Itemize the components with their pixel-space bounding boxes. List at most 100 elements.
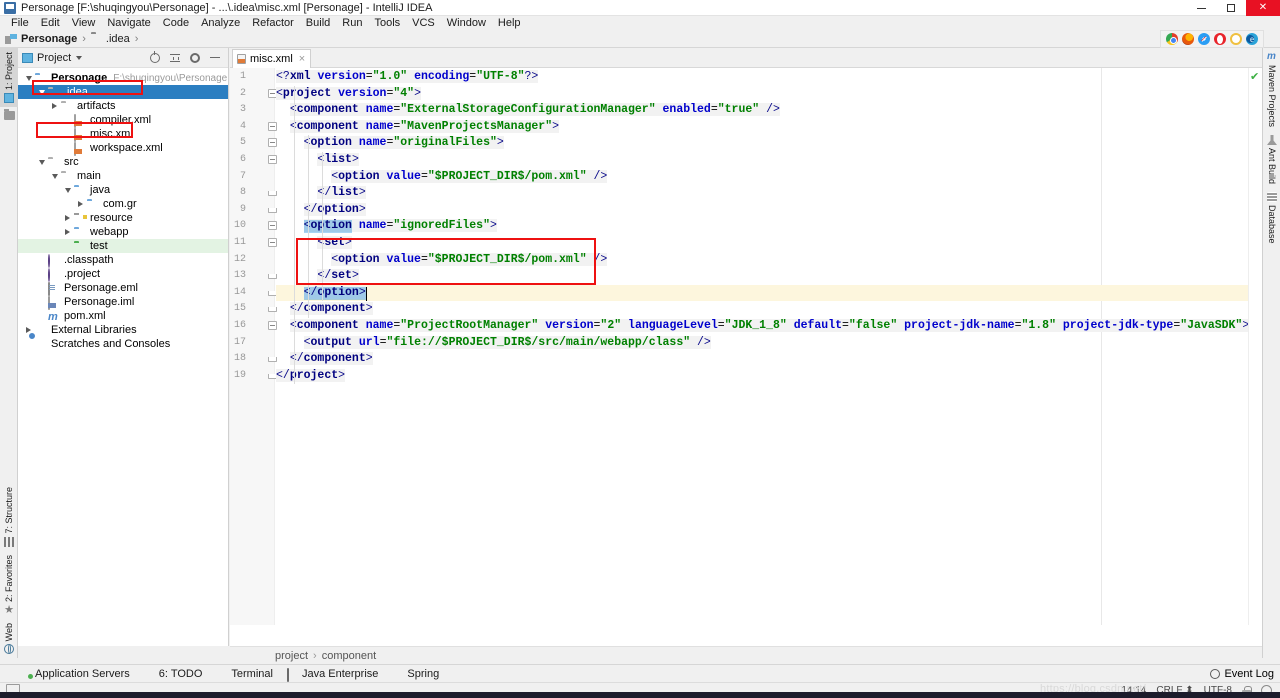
menu-vcs[interactable]: VCS: [406, 16, 441, 31]
code-line-7[interactable]: <option value="$PROJECT_DIR$/pom.xml" />: [276, 169, 608, 186]
tree-item-resource[interactable]: resource: [18, 211, 228, 225]
tree-item-src[interactable]: src: [18, 155, 228, 169]
menu-view[interactable]: View: [66, 16, 102, 31]
sidebar-item-database[interactable]: Database: [1263, 188, 1280, 248]
editor-tab-misc-xml[interactable]: misc.xml ×: [232, 49, 312, 68]
tree-item-personage[interactable]: Personage F:\shuqingyou\Personage: [18, 71, 228, 85]
editor-gutter[interactable]: 1 2 3 4 5 6 7 8 9 10 11 12 13 14 15 16 17 18 19: [230, 68, 277, 625]
tree-item-misc-xml[interactable]: misc.xml: [18, 127, 228, 142]
event-log-button[interactable]: Event Log: [1210, 668, 1274, 680]
tree-item-com-gr[interactable]: com.gr: [18, 197, 228, 211]
code-line-17[interactable]: <output url="file://$PROJECT_DIR$/src/ma…: [276, 335, 711, 352]
tree-item-artifacts[interactable]: artifacts: [18, 99, 228, 113]
collapse-all-button[interactable]: [169, 52, 181, 64]
code-line-12[interactable]: <option value="$PROJECT_DIR$/pom.xml" />: [276, 252, 608, 269]
code-line-3[interactable]: <component name="ExternalStorageConfigur…: [276, 102, 780, 119]
tree-expand-toggle[interactable]: [35, 159, 48, 165]
tree-item-classpath[interactable]: .classpath: [18, 253, 228, 268]
tree-item-main[interactable]: main: [18, 169, 228, 183]
maximize-button[interactable]: [1216, 0, 1246, 16]
opera-icon[interactable]: [1214, 33, 1226, 45]
project-tree[interactable]: Personage F:\shuqingyou\Personage .idea art…: [18, 68, 228, 351]
code-line-19[interactable]: </project>: [276, 368, 346, 385]
sidebar-item-project[interactable]: 1: Project: [0, 48, 18, 108]
tree-item-test[interactable]: test: [18, 239, 228, 253]
sidebar-item-ant-build[interactable]: Ant Build: [1263, 131, 1280, 188]
locate-file-button[interactable]: [149, 52, 161, 64]
tree-expand-toggle[interactable]: [61, 187, 74, 193]
tree-item-idea[interactable]: .idea: [18, 85, 228, 99]
sidebar-item-maven-projects[interactable]: m Maven Projects: [1263, 48, 1280, 131]
sidebar-item-structure[interactable]: 7: Structure: [0, 483, 18, 551]
tree-item-workspace-xml[interactable]: workspace.xml: [18, 141, 228, 156]
breadcrumb-personage[interactable]: Personage: [5, 33, 77, 45]
edge-icon[interactable]: e: [1246, 33, 1258, 45]
tree-expand-toggle[interactable]: [74, 201, 87, 207]
code-line-18[interactable]: </component>: [276, 351, 373, 368]
code-line-4[interactable]: <component name="MavenProjectsManager">: [276, 119, 559, 136]
code-editor[interactable]: 1 2 3 4 5 6 7 8 9 10 11 12 13 14 15 16 17 18 19 <?xml vers…: [230, 68, 1262, 625]
firefox-icon[interactable]: [1182, 33, 1194, 45]
bottom-item-application-servers[interactable]: Application Servers: [20, 668, 130, 680]
close-icon[interactable]: ×: [299, 53, 305, 65]
code-line-14[interactable]: </option>: [276, 285, 367, 302]
minimize-button[interactable]: [1186, 0, 1216, 16]
code-line-13[interactable]: </set>: [276, 268, 359, 285]
settings-button[interactable]: [189, 52, 201, 64]
sidebar-item-web[interactable]: Web: [0, 619, 18, 658]
tree-expand-toggle[interactable]: [61, 215, 74, 221]
bottom-item-java-enterprise[interactable]: Java Enterprise: [286, 667, 378, 682]
breadcrumb-idea[interactable]: .idea: [91, 33, 130, 45]
bottom-item-todo[interactable]: 6: TODO: [144, 668, 203, 680]
code-line-8[interactable]: </list>: [276, 185, 366, 202]
chrome-icon[interactable]: [1166, 33, 1178, 45]
firefox-alt-icon[interactable]: [1230, 33, 1242, 45]
bottom-item-spring[interactable]: Spring: [392, 668, 439, 680]
menu-code[interactable]: Code: [157, 16, 195, 31]
code-line-11[interactable]: <set>: [276, 235, 352, 252]
tree-expand-toggle[interactable]: [48, 173, 61, 179]
tree-expand-toggle[interactable]: [35, 89, 48, 95]
menu-help[interactable]: Help: [492, 16, 527, 31]
tree-expand-toggle[interactable]: [48, 103, 61, 109]
menu-window[interactable]: Window: [441, 16, 492, 31]
bottom-item-terminal[interactable]: Terminal: [216, 668, 273, 680]
menu-refactor[interactable]: Refactor: [246, 16, 300, 31]
tree-item-pom-xml[interactable]: m pom.xml: [18, 309, 228, 323]
tree-expand-toggle[interactable]: [61, 229, 74, 235]
safari-icon[interactable]: [1198, 33, 1210, 45]
code-line-9[interactable]: </option>: [276, 202, 366, 219]
tree-item-scratches-and-consoles[interactable]: Scratches and Consoles: [18, 337, 228, 351]
menu-edit[interactable]: Edit: [35, 16, 66, 31]
tree-item-external-libraries[interactable]: External Libraries: [18, 323, 228, 337]
menu-analyze[interactable]: Analyze: [195, 16, 246, 31]
code-content[interactable]: <?xml version="1.0" encoding="UTF-8"?> <p…: [276, 68, 1262, 625]
menu-tools[interactable]: Tools: [368, 16, 406, 31]
menu-navigate[interactable]: Navigate: [101, 16, 156, 31]
sidebar-item-folder[interactable]: [0, 107, 18, 124]
tree-item-compiler-xml[interactable]: compiler.xml: [18, 113, 228, 128]
menu-file[interactable]: File: [5, 16, 35, 31]
menu-build[interactable]: Build: [300, 16, 336, 31]
code-line-15[interactable]: </component>: [276, 301, 373, 318]
code-line-10[interactable]: <option name="ignoredFiles">: [276, 218, 497, 235]
tree-item-personage-iml[interactable]: Personage.iml: [18, 295, 228, 310]
close-button[interactable]: ✕: [1246, 0, 1280, 16]
tree-item-java[interactable]: java: [18, 183, 228, 197]
menu-run[interactable]: Run: [336, 16, 368, 31]
code-line-5[interactable]: <option name="originalFiles">: [276, 135, 504, 152]
code-line-16[interactable]: <component name="ProjectRootManager" ver…: [276, 318, 1250, 335]
code-line-2[interactable]: <project version="4">: [276, 86, 421, 103]
editor-breadcrumb-project[interactable]: project: [275, 650, 308, 662]
hide-panel-button[interactable]: [209, 52, 221, 64]
sidebar-item-favorites[interactable]: 2: Favorites ★: [0, 551, 18, 619]
editor-marker-bar[interactable]: ✔: [1248, 68, 1262, 625]
inspection-status-icon[interactable]: ✔: [1250, 72, 1259, 83]
tree-expand-toggle[interactable]: [22, 75, 35, 81]
tree-item-personage-eml[interactable]: Personage.eml: [18, 281, 228, 296]
tree-item-webapp[interactable]: webapp: [18, 225, 228, 239]
code-line-6[interactable]: <list>: [276, 152, 359, 169]
chevron-down-icon[interactable]: [76, 55, 83, 60]
tree-item-project[interactable]: .project: [18, 267, 228, 282]
editor-breadcrumb-component[interactable]: component: [322, 650, 376, 662]
